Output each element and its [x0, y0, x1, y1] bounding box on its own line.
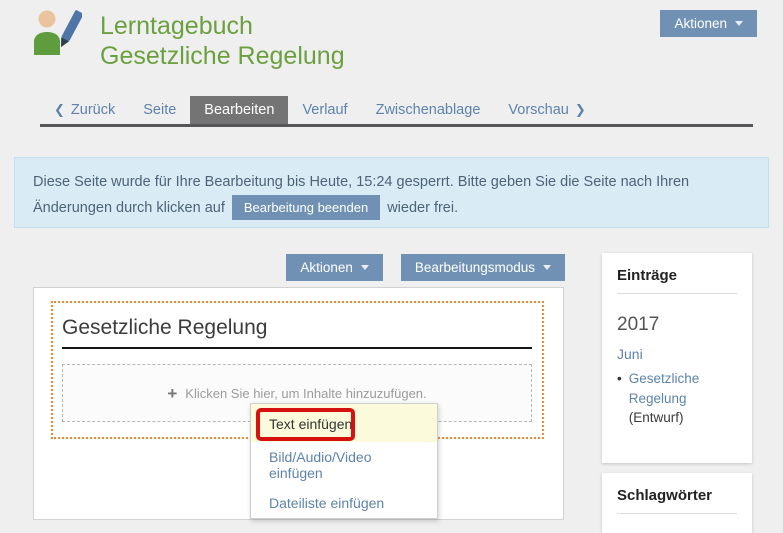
tab-verlauf[interactable]: Verlauf	[288, 96, 361, 124]
lock-notice-text-after: wieder frei.	[387, 200, 458, 216]
chevron-right-icon: ❯	[575, 102, 586, 118]
add-content-hint: Klicken Sie hier, um Inhalte hinzuzufüge…	[185, 386, 426, 401]
menu-item-insert-text[interactable]: Text einfügen	[251, 404, 437, 442]
tab-seite[interactable]: Seite	[129, 96, 190, 124]
learning-journal-icon	[32, 9, 82, 55]
menu-item-insert-media[interactable]: Bild/Audio/Video einfügen	[251, 442, 437, 488]
object-name-title: Gesetzliche Regelung	[100, 41, 345, 71]
header-actions-button[interactable]: Aktionen	[660, 10, 757, 37]
entries-year: 2017	[617, 314, 737, 336]
menu-item-insert-filelist[interactable]: Dateiliste einfügen	[251, 488, 437, 518]
chevron-left-icon: ❮	[54, 102, 65, 118]
page-title: Lerntagebuch Gesetzliche Regelung	[100, 11, 345, 71]
caret-down-icon	[735, 21, 743, 26]
entry-link[interactable]: Gesetzliche Regelung	[629, 371, 700, 406]
lock-notice: Diese Seite wurde für Ihre Bearbeitung b…	[14, 157, 769, 228]
editing-mode-button[interactable]: Bearbeitungsmodus	[401, 254, 565, 281]
plus-icon: +	[167, 385, 177, 402]
entries-month-link[interactable]: Juni	[617, 346, 737, 362]
tab-zwischenablage[interactable]: Zwischenablage	[362, 96, 495, 124]
tab-vorschau[interactable]: Vorschau ❯	[494, 96, 599, 124]
editor-actions-button[interactable]: Aktionen	[286, 254, 383, 281]
tab-back[interactable]: ❮ Zurück	[40, 96, 129, 124]
keywords-panel-title: Schlagwörter	[617, 487, 737, 514]
object-type-title: Lerntagebuch	[100, 11, 345, 41]
entry-heading: Gesetzliche Regelung	[62, 316, 532, 349]
entries-panel: Einträge 2017 Juni • Gesetzliche Regelun…	[602, 253, 752, 463]
insert-content-menu: Text einfügen Bild/Audio/Video einfügen …	[250, 403, 438, 519]
caret-down-icon	[543, 265, 551, 270]
tab-bearbeiten[interactable]: Bearbeiten	[190, 96, 288, 124]
editor-toolbar: Aktionen Bearbeitungsmodus	[33, 254, 565, 281]
list-item: • Gesetzliche Regelung (Entwurf)	[617, 369, 737, 428]
entry-status-badge: (Entwurf)	[629, 410, 684, 425]
caret-down-icon	[361, 265, 369, 270]
finish-editing-button[interactable]: Bearbeitung beenden	[232, 195, 380, 220]
bullet-icon: •	[617, 369, 622, 428]
tab-bar: ❮ Zurück Seite Bearbeiten Verlauf Zwisch…	[40, 96, 753, 127]
keywords-panel: Schlagwörter	[602, 473, 752, 533]
entries-panel-title: Einträge	[617, 267, 737, 294]
